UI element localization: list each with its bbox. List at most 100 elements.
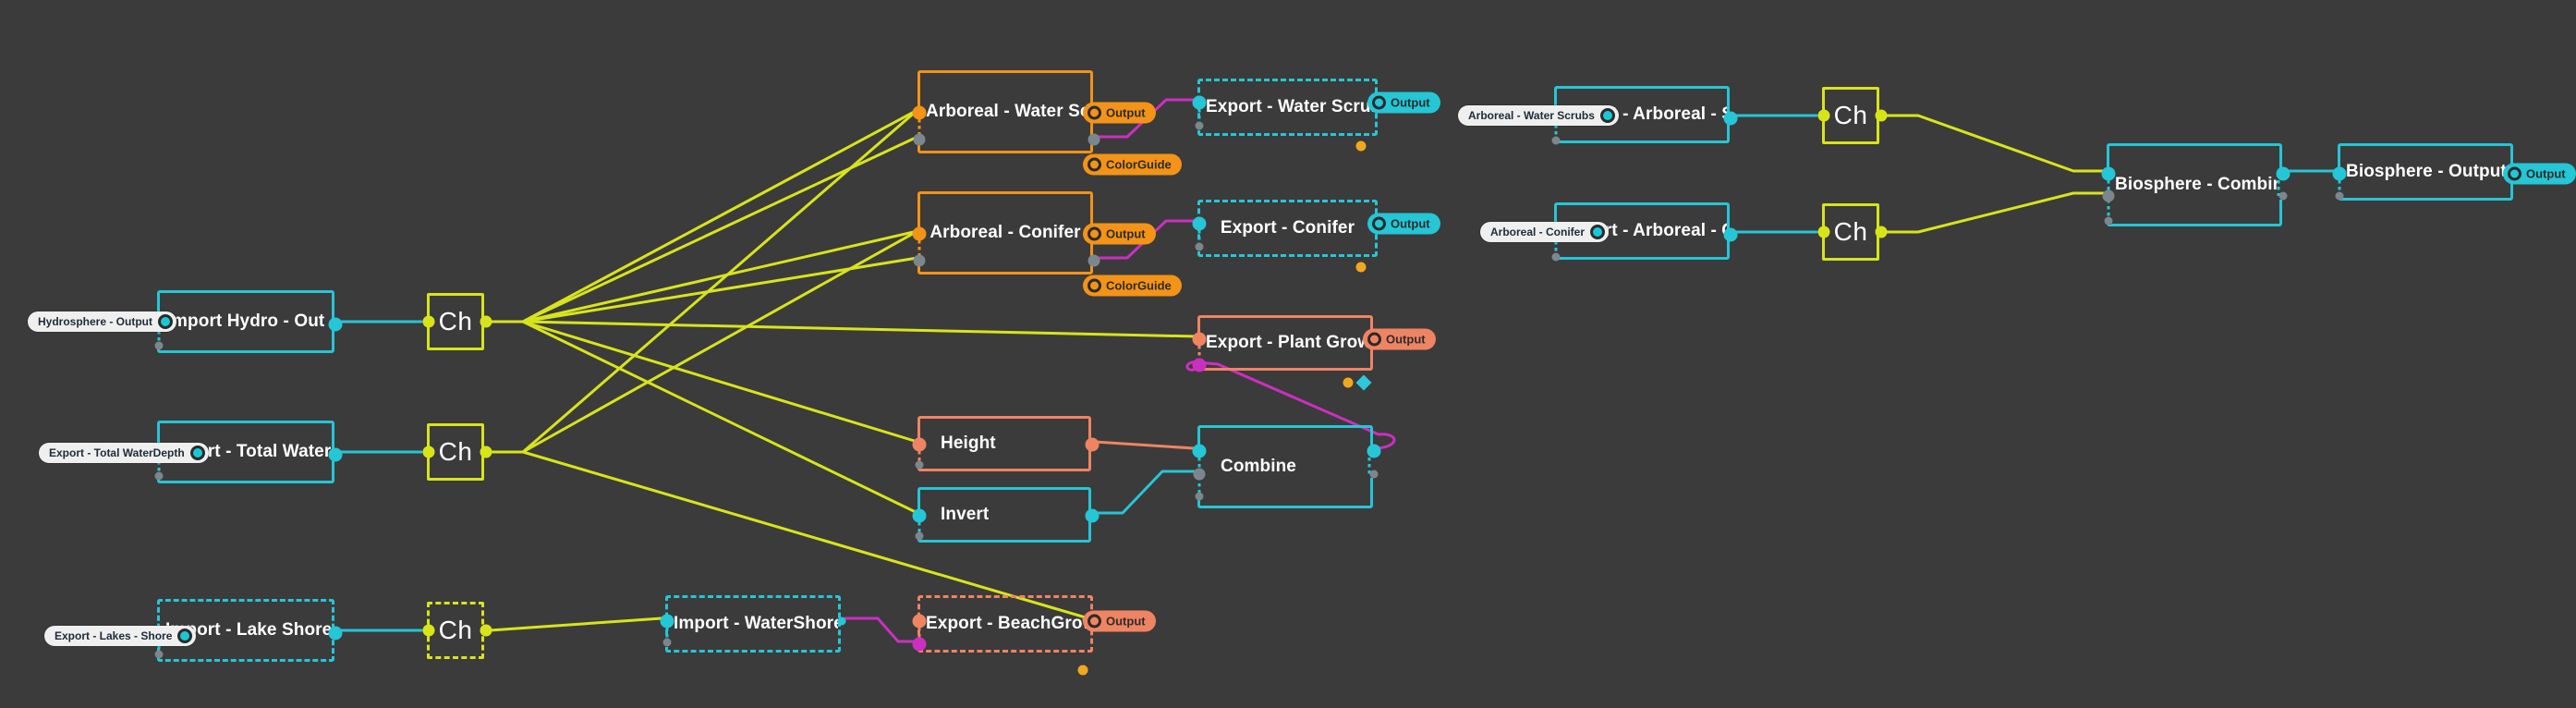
output-port[interactable] xyxy=(1723,227,1738,242)
input-port[interactable] xyxy=(662,638,672,647)
node-export-plant-growth[interactable]: Export - Plant Growth Output xyxy=(1192,315,1436,372)
input-port[interactable] xyxy=(660,614,674,629)
port-ring-icon xyxy=(1599,108,1615,123)
marker-beachgrowth-amber[interactable] xyxy=(1077,665,1088,676)
input-port[interactable] xyxy=(154,650,164,659)
node-combine[interactable]: Combine xyxy=(1192,425,1381,508)
input-port[interactable] xyxy=(1551,136,1561,145)
output-pill[interactable]: Output xyxy=(2503,163,2576,185)
external-input-ext-arboreal-water-scrubs[interactable]: Arboreal - Water Scrubs xyxy=(1458,105,1619,126)
output-port[interactable] xyxy=(1369,470,1379,479)
input-port[interactable] xyxy=(1195,492,1204,501)
output-port[interactable] xyxy=(1085,508,1100,523)
input-port[interactable] xyxy=(1195,121,1204,130)
input-port[interactable] xyxy=(913,254,926,267)
input-port[interactable] xyxy=(912,614,927,629)
output-pill[interactable]: Output xyxy=(1363,328,1436,350)
reroute-node-ch-arboreal-conifer[interactable]: Ch xyxy=(1817,203,1888,261)
port-ring-icon xyxy=(158,314,174,329)
node-title: Arboreal - Water Scrubs xyxy=(926,102,1090,121)
reroute-input-port[interactable] xyxy=(422,315,435,328)
input-port[interactable] xyxy=(1193,468,1206,481)
input-port[interactable] xyxy=(912,105,927,120)
node-graph-canvas[interactable]: Import Hydro - Out Import - Total Water… I… xyxy=(0,0,2576,708)
reroute-input-port[interactable] xyxy=(1817,226,1830,238)
input-port[interactable] xyxy=(915,531,924,541)
input-port[interactable] xyxy=(154,341,164,350)
node-invert[interactable]: Invert xyxy=(912,487,1100,543)
node-arboreal-water-scrubs[interactable]: Arboreal - Water Scrubs Output ColorGuide xyxy=(912,70,1182,176)
node-import-watershore[interactable]: Import - WaterShore xyxy=(660,595,846,653)
marker-plant-growth-amber[interactable] xyxy=(1343,377,1354,388)
output-pill[interactable]: Output xyxy=(1367,92,1440,114)
output-port[interactable] xyxy=(1088,133,1100,146)
reroute-output-port[interactable] xyxy=(480,446,492,458)
input-port[interactable] xyxy=(1192,444,1207,458)
input-port[interactable] xyxy=(912,637,927,652)
output-pill[interactable]: Output xyxy=(1083,610,1156,632)
output-pill[interactable]: Output xyxy=(1083,102,1156,124)
output-pill[interactable]: Output xyxy=(1083,223,1156,245)
input-port[interactable] xyxy=(2332,166,2347,181)
marker-conifer-amber[interactable] xyxy=(1355,262,1367,273)
output-port[interactable] xyxy=(1723,111,1738,126)
reroute-node-ch-arboreal-scrubs[interactable]: Ch xyxy=(1817,87,1888,144)
reroute-node-ch-lake-shore[interactable]: Ch xyxy=(422,602,492,659)
reroute-output-port[interactable] xyxy=(1875,109,1888,122)
input-port[interactable] xyxy=(154,471,164,481)
input-port[interactable] xyxy=(912,437,927,452)
input-port[interactable] xyxy=(1192,216,1207,231)
reroute-input-port[interactable] xyxy=(1817,109,1830,122)
reroute-output-port[interactable] xyxy=(480,315,492,328)
reroute-node-ch-total-water[interactable]: Ch xyxy=(422,423,492,481)
node-height[interactable]: Height xyxy=(912,416,1100,471)
input-port[interactable] xyxy=(2101,166,2116,181)
input-port[interactable] xyxy=(2102,189,2115,202)
output-port[interactable] xyxy=(328,317,343,332)
node-export-conifer[interactable]: Export - Conifer Output xyxy=(1192,200,1440,257)
output-pill-label: ColorGuide xyxy=(1106,278,1172,293)
input-port[interactable] xyxy=(2104,216,2113,226)
node-import-hydro-out[interactable]: Import Hydro - Out xyxy=(152,290,343,353)
output-port[interactable] xyxy=(328,626,343,641)
reroute-input-port[interactable] xyxy=(422,624,435,637)
node-export-beachgrowth[interactable]: Export - BeachGrowth Output xyxy=(912,595,1156,653)
output-port[interactable] xyxy=(328,447,343,462)
marker-plant-growth-cyan[interactable] xyxy=(1355,374,1372,391)
output-port[interactable] xyxy=(2278,191,2288,201)
input-port[interactable] xyxy=(2335,191,2344,201)
input-port[interactable] xyxy=(1192,95,1207,110)
external-input-ext-lakes-shore[interactable]: Export - Lakes - Shore xyxy=(44,626,197,646)
node-arboreal-conifer[interactable]: Arboreal - Conifer Output ColorGuide xyxy=(912,191,1182,297)
reroute-output-port[interactable] xyxy=(480,624,492,637)
input-port[interactable] xyxy=(913,133,926,146)
external-input-ext-arboreal-conifer[interactable]: Arboreal - Conifer xyxy=(1480,222,1610,242)
input-port[interactable] xyxy=(1192,358,1207,372)
output-port[interactable] xyxy=(1367,444,1381,458)
input-port[interactable] xyxy=(915,460,924,470)
reroute-node-ch-hydro[interactable]: Ch xyxy=(422,293,492,350)
output-port[interactable] xyxy=(837,616,846,626)
external-input-ext-hydrosphere-output[interactable]: Hydrosphere - Output xyxy=(28,311,177,332)
input-port[interactable] xyxy=(1192,332,1207,347)
node-export-water-scrubs[interactable]: Export - Water Scrubs Output xyxy=(1192,79,1440,136)
output-pill[interactable]: ColorGuide xyxy=(1083,275,1182,297)
output-pill[interactable]: ColorGuide xyxy=(1083,153,1182,176)
reroute-input-port[interactable] xyxy=(422,446,435,458)
input-port[interactable] xyxy=(1195,242,1204,251)
external-input-ext-total-waterdepth[interactable]: Export - Total WaterDepth xyxy=(39,443,209,463)
external-input-label: Hydrosphere - Output xyxy=(38,315,153,328)
reroute-node-label: Ch xyxy=(1833,217,1868,246)
node-biosphere-combine[interactable]: Biosphere - Combine xyxy=(2101,143,2290,226)
input-port[interactable] xyxy=(912,508,927,523)
output-port[interactable] xyxy=(2276,166,2290,181)
input-port[interactable] xyxy=(912,226,927,241)
marker-water-scrubs-amber[interactable] xyxy=(1355,140,1367,152)
node-biosphere-output[interactable]: Biosphere - Output Output xyxy=(2332,143,2576,201)
output-pill-label: Output xyxy=(2526,166,2566,181)
output-port[interactable] xyxy=(1088,254,1100,267)
reroute-output-port[interactable] xyxy=(1875,226,1888,238)
output-pill[interactable]: Output xyxy=(1367,213,1440,235)
output-port[interactable] xyxy=(1085,437,1100,452)
input-port[interactable] xyxy=(1551,252,1561,262)
